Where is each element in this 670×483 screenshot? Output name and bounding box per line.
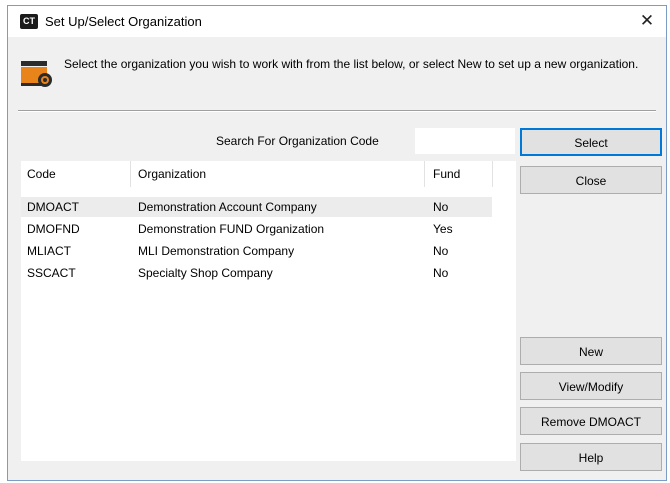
column-separator[interactable]	[424, 161, 425, 187]
column-header-fund[interactable]: Fund	[427, 161, 492, 187]
cell-fund: No	[433, 266, 449, 280]
window-title: Set Up/Select Organization	[45, 14, 202, 29]
table-row[interactable]: DMOACT Demonstration Account Company No	[21, 197, 492, 217]
search-input[interactable]	[415, 128, 515, 154]
column-header-code[interactable]: Code	[21, 161, 128, 187]
list-header: Code Organization Fund	[21, 161, 516, 187]
cell-organization: Demonstration FUND Organization	[138, 222, 325, 236]
remove-button[interactable]: Remove DMOACT	[520, 407, 662, 435]
cell-organization: Demonstration Account Company	[138, 200, 317, 214]
cell-fund: No	[433, 200, 449, 214]
search-label: Search For Organization Code	[216, 134, 379, 148]
cell-fund: Yes	[433, 222, 453, 236]
cell-code: DMOACT	[27, 200, 79, 214]
cell-code: MLIACT	[27, 244, 72, 258]
organization-list[interactable]: Code Organization Fund DMOACT Demonstrat…	[21, 161, 516, 461]
table-row[interactable]: MLIACT MLI Demonstration Company No	[21, 241, 492, 261]
title-bar: CT Set Up/Select Organization ✕	[8, 6, 666, 37]
column-separator[interactable]	[492, 161, 493, 187]
organization-setup-icon	[21, 61, 52, 87]
help-button[interactable]: Help	[520, 443, 662, 471]
cell-code: DMOFND	[27, 222, 80, 236]
select-button[interactable]: Select	[520, 128, 662, 156]
cell-organization: Specialty Shop Company	[138, 266, 273, 280]
column-separator[interactable]	[130, 161, 131, 187]
view-modify-button[interactable]: View/Modify	[520, 372, 662, 400]
cell-fund: No	[433, 244, 449, 258]
instruction-text: Select the organization you wish to work…	[64, 57, 639, 71]
close-button[interactable]: Close	[520, 166, 662, 194]
cell-code: SSCACT	[27, 266, 76, 280]
new-button[interactable]: New	[520, 337, 662, 365]
dialog-window: CT Set Up/Select Organization ✕ Select t…	[7, 5, 667, 481]
table-row[interactable]: SSCACT Specialty Shop Company No	[21, 263, 492, 283]
table-row[interactable]: DMOFND Demonstration FUND Organization Y…	[21, 219, 492, 239]
divider	[18, 110, 656, 112]
close-icon[interactable]: ✕	[634, 9, 660, 33]
column-header-organization[interactable]: Organization	[132, 161, 422, 187]
cell-organization: MLI Demonstration Company	[138, 244, 295, 258]
ct-app-icon: CT	[20, 14, 38, 29]
